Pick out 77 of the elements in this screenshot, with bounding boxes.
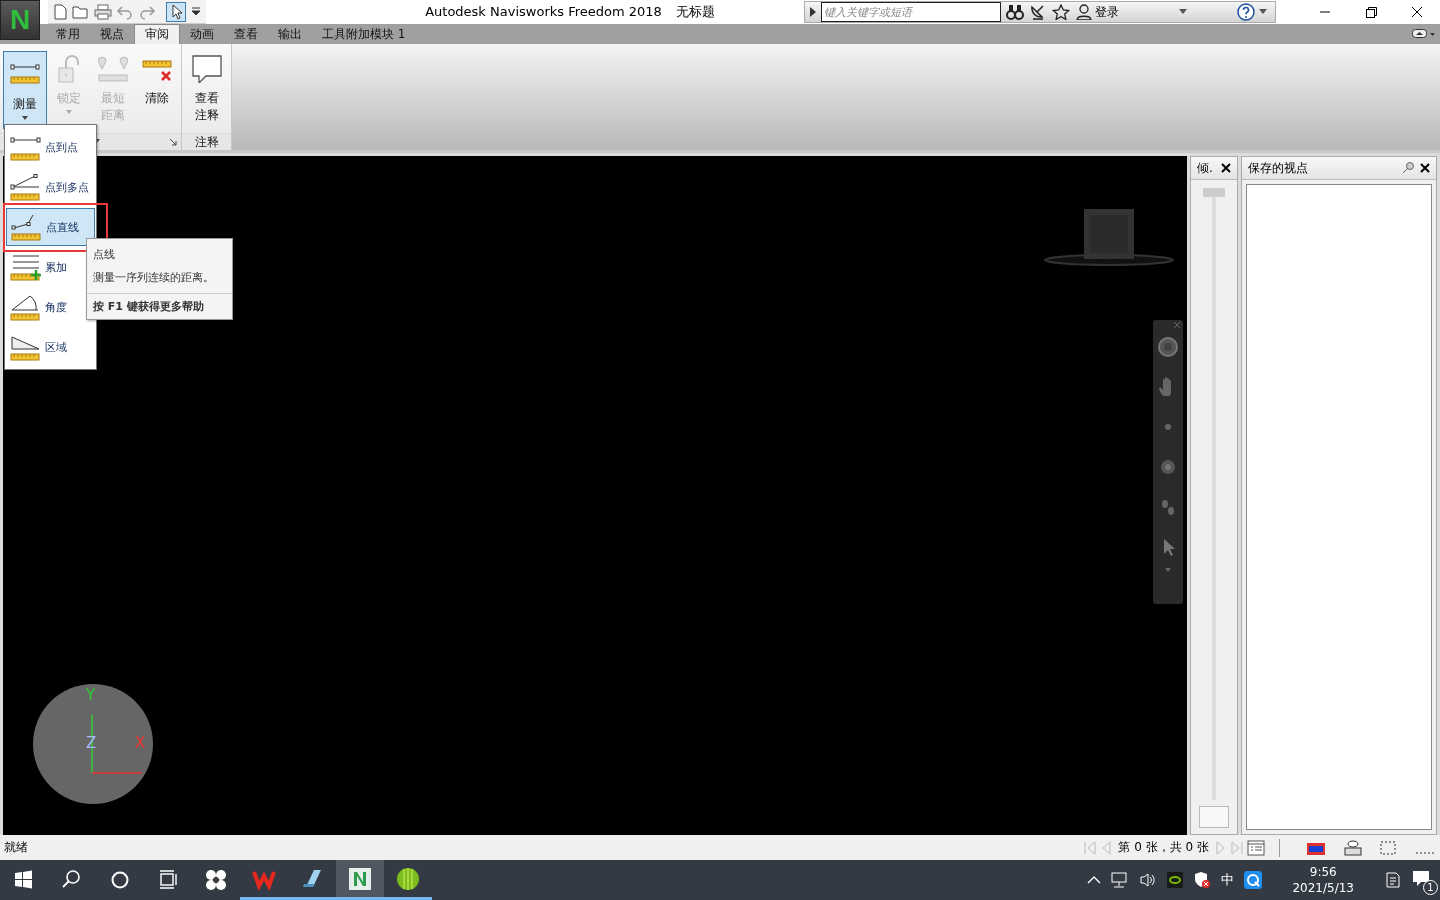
point-to-multiple-measure-icon: [10, 173, 41, 201]
slider-thumb[interactable]: [1203, 188, 1225, 197]
clock[interactable]: 9:56 2021/5/13: [1292, 864, 1354, 896]
ribbon-button[interactable]: 查看注释: [185, 46, 229, 124]
search-field[interactable]: 键入关键字或短语: [821, 2, 1001, 22]
sheet-list-icon[interactable]: [1247, 839, 1265, 856]
steering-wheel-icon[interactable]: [1157, 336, 1179, 358]
caret-icon[interactable]: [1165, 568, 1171, 572]
dropdown-caret-icon: [66, 110, 72, 114]
help-icon[interactable]: [1237, 3, 1257, 21]
ribbon-button[interactable]: 测量: [3, 51, 47, 129]
network-icon[interactable]: [1111, 872, 1130, 888]
app-menu-button[interactable]: N: [0, 0, 40, 40]
redo-icon[interactable]: [138, 3, 156, 20]
taskbar-button[interactable]: [336, 860, 384, 900]
star-icon[interactable]: [1052, 4, 1070, 20]
tooltip-text: 测量一序列连续的距离。: [87, 266, 232, 294]
menu-item[interactable]: 区域: [6, 328, 95, 366]
open-folder-icon[interactable]: [72, 3, 90, 20]
panel-title: 保存的视点: [1248, 159, 1309, 177]
minimize-ribbon-icon[interactable]: [1412, 28, 1436, 40]
panel-title: 倾.: [1197, 159, 1214, 177]
tooltip-title: 点线: [92, 247, 116, 263]
ribbon-tab[interactable]: 视点: [90, 24, 134, 44]
point-line-measure-icon: [11, 213, 42, 241]
undo-icon[interactable]: [116, 3, 134, 20]
select-cursor-icon[interactable]: [166, 1, 186, 22]
menu-item[interactable]: 点到多点: [6, 168, 95, 206]
ribbon-tab[interactable]: 动画: [180, 24, 224, 44]
angle-measure-icon: [10, 293, 41, 321]
dropdown-caret-icon[interactable]: [1179, 9, 1187, 15]
input-method-indicator[interactable]: 中: [1221, 871, 1235, 889]
close-icon[interactable]: [1221, 163, 1231, 173]
menu-item[interactable]: 点直线: [6, 208, 95, 246]
ribbon-tab[interactable]: 审阅: [134, 24, 180, 44]
ribbon-tab[interactable]: 常用: [46, 24, 90, 44]
new-file-icon[interactable]: [52, 3, 68, 20]
expand-arrow-icon[interactable]: [809, 7, 817, 17]
tilt-field[interactable]: [1199, 806, 1229, 828]
status-text: 就绪: [4, 839, 28, 856]
notification-icon[interactable]: [1412, 869, 1430, 887]
notes-icon[interactable]: [1384, 871, 1402, 889]
document-title: 无标题: [675, 4, 715, 19]
panel-title: 注释: [194, 133, 219, 151]
axis-label: Z: [86, 736, 97, 751]
user-icon[interactable]: [1075, 4, 1093, 20]
q-app-icon[interactable]: [1244, 871, 1263, 889]
window-title: Autodesk Navisworks Freedom 2018: [425, 4, 662, 19]
ribbon-tab[interactable]: 查看: [224, 24, 268, 44]
ribbon-button[interactable]: 清除: [135, 46, 179, 124]
print-icon[interactable]: [94, 3, 112, 20]
comment-tool-icon: [192, 55, 222, 83]
ribbon-tab[interactable]: 输出: [268, 24, 312, 44]
sheet-counter: 第 0 张，共 0 张: [1118, 839, 1209, 856]
axis-label: X: [135, 736, 146, 751]
notification-count: 1: [1423, 880, 1438, 895]
accumulate-measure-icon: [10, 253, 41, 281]
ribbon-tab[interactable]: 工具附加模块 1: [312, 24, 416, 44]
hard-drive-icon[interactable]: [1342, 839, 1364, 856]
dropdown-caret-icon[interactable]: [1259, 9, 1267, 15]
shield-icon[interactable]: [1193, 871, 1212, 889]
navisworks-app-icon: [348, 866, 372, 891]
close-icon[interactable]: [1420, 163, 1430, 173]
binoculars-icon[interactable]: [1006, 4, 1024, 20]
sign-in-link[interactable]: 登录: [1095, 3, 1119, 21]
melon-app-icon: [396, 866, 420, 891]
shortest-tool-icon: [98, 55, 128, 83]
pinwheel-app-icon: [204, 868, 228, 892]
nvidia-icon[interactable]: [1167, 872, 1184, 888]
pin-icon[interactable]: [1402, 162, 1414, 174]
satellite-dish-icon[interactable]: [1029, 4, 1047, 20]
speaker-icon[interactable]: [1139, 872, 1158, 888]
dialog-launcher-icon[interactable]: [169, 138, 177, 146]
dropdown-caret-icon: [22, 116, 28, 120]
tooltip-help: 按 F1 键获得更多帮助: [92, 299, 205, 315]
axis-label: Y: [86, 688, 96, 703]
area-measure-icon: [10, 333, 41, 361]
